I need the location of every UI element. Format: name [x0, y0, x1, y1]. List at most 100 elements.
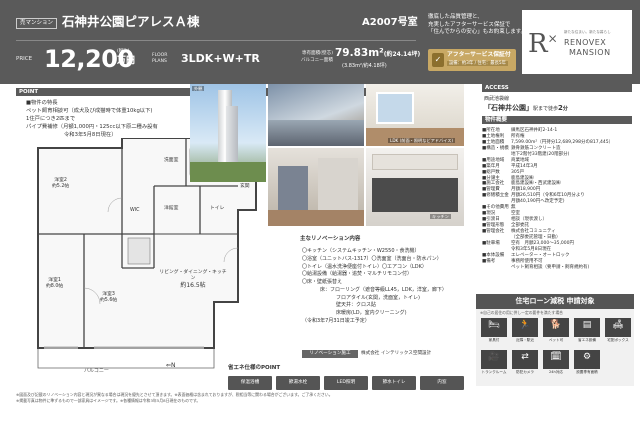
- area-label-line2: バルコニー面積: [300, 57, 333, 63]
- renovation-item: 〇給湯設備（給湯器・追焚・マルチリモコン付）: [302, 271, 413, 278]
- room-western-3: 洋室3 約5.6帖: [100, 292, 117, 304]
- loan-note: ※自己の居住の用に供し一定の要件を満たす場合: [480, 310, 563, 315]
- price-label: PRICE: [16, 56, 33, 62]
- feature-icon: 🎥: [481, 350, 507, 369]
- photo-kitchen: キッチン: [366, 148, 464, 226]
- feature-label: 家具付: [488, 338, 500, 342]
- eco-title: 省エネ仕様のPOINT: [228, 365, 281, 371]
- feature-icon: 🏃: [512, 318, 538, 337]
- details-list: ■所在地 練馬区石神井町2-14-1 ■土地権利 所有権 ■土地面積 7,599.00m²…: [482, 128, 632, 271]
- building-name: 石神井公園ピアレスＡ棟: [62, 14, 200, 29]
- feature-label: ペット可: [548, 338, 564, 342]
- access-line: 西武池袋線: [484, 96, 510, 102]
- access-station: 「石神井公園」: [484, 104, 533, 112]
- trees-shape: [190, 162, 266, 182]
- pitch-text: 徹底した品質管理と、 充実したアフターサービス保証で 「住んでからの安心」もお約…: [428, 14, 526, 37]
- price-unit: 万円: [117, 56, 136, 66]
- point-line: 1住戸につき2匹まで: [26, 115, 76, 122]
- renovation-header: 主なリノベーション内容: [300, 236, 470, 243]
- renovation-item: 〇キッチン（システムキッチン・W2550・食洗機）: [302, 248, 420, 254]
- compass-icon: ⇐N: [166, 362, 176, 369]
- warranty-sub: 設備：約3年 / 住宅：最長5年: [447, 61, 508, 67]
- renovation-list: 〇キッチン（システムキッチン・W2550・食洗機） 〇浴室（ユニットバス-131…: [302, 248, 447, 326]
- photo-caption: LDK (前面・照明などアドバイス): [388, 138, 456, 144]
- area-label-line1: 専有面積(壁芯): [301, 51, 333, 56]
- renovation-item: （令和3年7月31日竣工予定）: [302, 317, 370, 324]
- renovation-item: 〇床・壁紙張替え: [302, 279, 343, 285]
- logo-name-line2: MANSION: [569, 48, 611, 57]
- logo-tagline: 新たな住まい。新たな暮らし: [564, 30, 611, 34]
- footer-notes: ※図面及び記載のリノベーション内容と現況が異なる場合は現況を優先とさせて頂きます…: [16, 392, 632, 404]
- eco-label: 節水トイレ: [382, 380, 406, 385]
- access-minutes-unit: 分: [562, 106, 568, 112]
- feature-label: トランクルーム: [481, 370, 507, 374]
- eco-item-led: LED照明: [324, 376, 368, 390]
- details-row: ペット飼育相談（要申請・飼育規約有): [482, 265, 632, 271]
- feature-icon: 🛏: [481, 318, 507, 337]
- city-shape: [268, 120, 364, 146]
- details-value: ペット飼育相談（要申請・飼育規約有): [511, 264, 590, 270]
- eco-label: 保温浴槽: [240, 380, 260, 385]
- eco-item-bath: 保温浴槽: [228, 376, 272, 390]
- footer-line: ※掲載写真は物件に準ずるもので一部家具はイメージです。※各種情報は令和3年5月8…: [16, 397, 201, 403]
- renovation-tag: リノベーション施工: [302, 350, 358, 358]
- photo-exterior: 外観: [190, 84, 266, 182]
- point-line: パイプ費補修（月額1,000円・125cc以下原二種み設有: [26, 123, 158, 130]
- floor-shape: [268, 210, 364, 226]
- room-number: A2007号室: [362, 17, 418, 28]
- eco-item-faucet: 節湯水栓: [276, 376, 320, 390]
- details-header: 物件概要: [482, 116, 632, 124]
- area-balcony-value: (3.83m²/約4.18坪): [342, 63, 387, 69]
- area-main-value: 79.83m²: [335, 47, 384, 59]
- room-size: 約5.2帖: [52, 184, 70, 190]
- eco-item-window: 内窓: [420, 376, 464, 390]
- loan-title: 住宅ローン減税 申請対象: [476, 294, 634, 309]
- area-label: 専有面積(壁芯) バルコニー面積: [293, 51, 333, 64]
- warranty-badge: ✓ アフターサービス保証付 設備：約3年 / 住宅：最長5年: [428, 49, 516, 71]
- feature-icon: ▤: [574, 318, 600, 337]
- point-line: ペット飼育相談可（成犬及び成猫時で体重10kg以下): [26, 107, 153, 114]
- feature-icon: ⚙: [574, 350, 600, 369]
- photo-interior: [268, 148, 364, 226]
- floor-plan-label: FLOOR PLANS: [152, 53, 167, 65]
- eco-item-toilet: 節水トイレ: [372, 376, 416, 390]
- balcony-label: バルコニー: [84, 368, 109, 374]
- floor-shape: [366, 128, 464, 146]
- room-ldk: リビング・ダイニング・キッチン 約16.5帖: [158, 270, 228, 290]
- loan-panel: 住宅ローン減税 申請対象 ※自己の居住の用に供し一定の要件を満たす場合 🛏 家具付…: [476, 294, 634, 386]
- cabinet-shape: [372, 154, 458, 170]
- point-line: ■物件の特長: [26, 100, 58, 106]
- feature-icon: 🐕: [543, 318, 569, 337]
- renovation-item: 〇浴室（ユニットバス-1317）〇洗面室（洗面台・防水パン）: [302, 255, 442, 262]
- header-divider: [16, 40, 416, 41]
- renovation-company: 株式会社 インテリックス空間設計: [361, 351, 432, 356]
- logo-name-line1: RENOVEX: [564, 38, 607, 47]
- feature-label: 設置専有面積: [576, 370, 598, 374]
- room-entrance: 玄関: [240, 184, 250, 189]
- shield-icon: ✓: [432, 53, 444, 67]
- room-size: 約8.0帖: [46, 284, 64, 290]
- compass-label: N: [171, 362, 176, 369]
- room-hall: 洋館室: [164, 206, 179, 211]
- photo-caption: キッチン: [430, 214, 451, 220]
- header-bar: 売マンション 石神井公園ピアレスＡ棟 A2007号室 PRICE 12,200 …: [0, 0, 640, 84]
- point-list: ■物件の特長 ペット飼育相談可（成犬及び成猫時で体重10kg以下) 1住戸につき…: [26, 100, 158, 140]
- room-western-2: 洋室2 約5.2帖: [52, 178, 69, 190]
- photo-caption: 外観: [192, 86, 205, 92]
- window-shape: [376, 92, 414, 124]
- renovation-item: 床：フローリング（遮音等級LL45，LDK，洋室，廊下）: [320, 286, 447, 293]
- door-shape: [278, 166, 308, 210]
- renovation-item: 床暖房(LD，室内クリーニング): [336, 310, 407, 316]
- area-main: 79.83m²(約24.14坪): [335, 47, 420, 60]
- room-toilet: トイレ: [210, 206, 225, 211]
- details-key: [482, 265, 511, 271]
- brand-logo: R× 新たな住まい。新たな暮らし RENOVEX MANSION: [522, 10, 632, 74]
- feature-label: 省エネ設備: [578, 338, 596, 342]
- feature-icon: ⇄: [512, 350, 538, 369]
- wall-shape: [318, 158, 358, 210]
- feature-label: 24h対応: [548, 370, 564, 374]
- floor-plan-value: 3LDK+W+TR: [181, 52, 260, 65]
- feature-label: 防犯カメラ: [516, 370, 534, 374]
- eco-label: 内窓: [437, 380, 447, 385]
- title-row: 売マンション 石神井公園ピアレスＡ棟 A2007号室: [16, 14, 418, 36]
